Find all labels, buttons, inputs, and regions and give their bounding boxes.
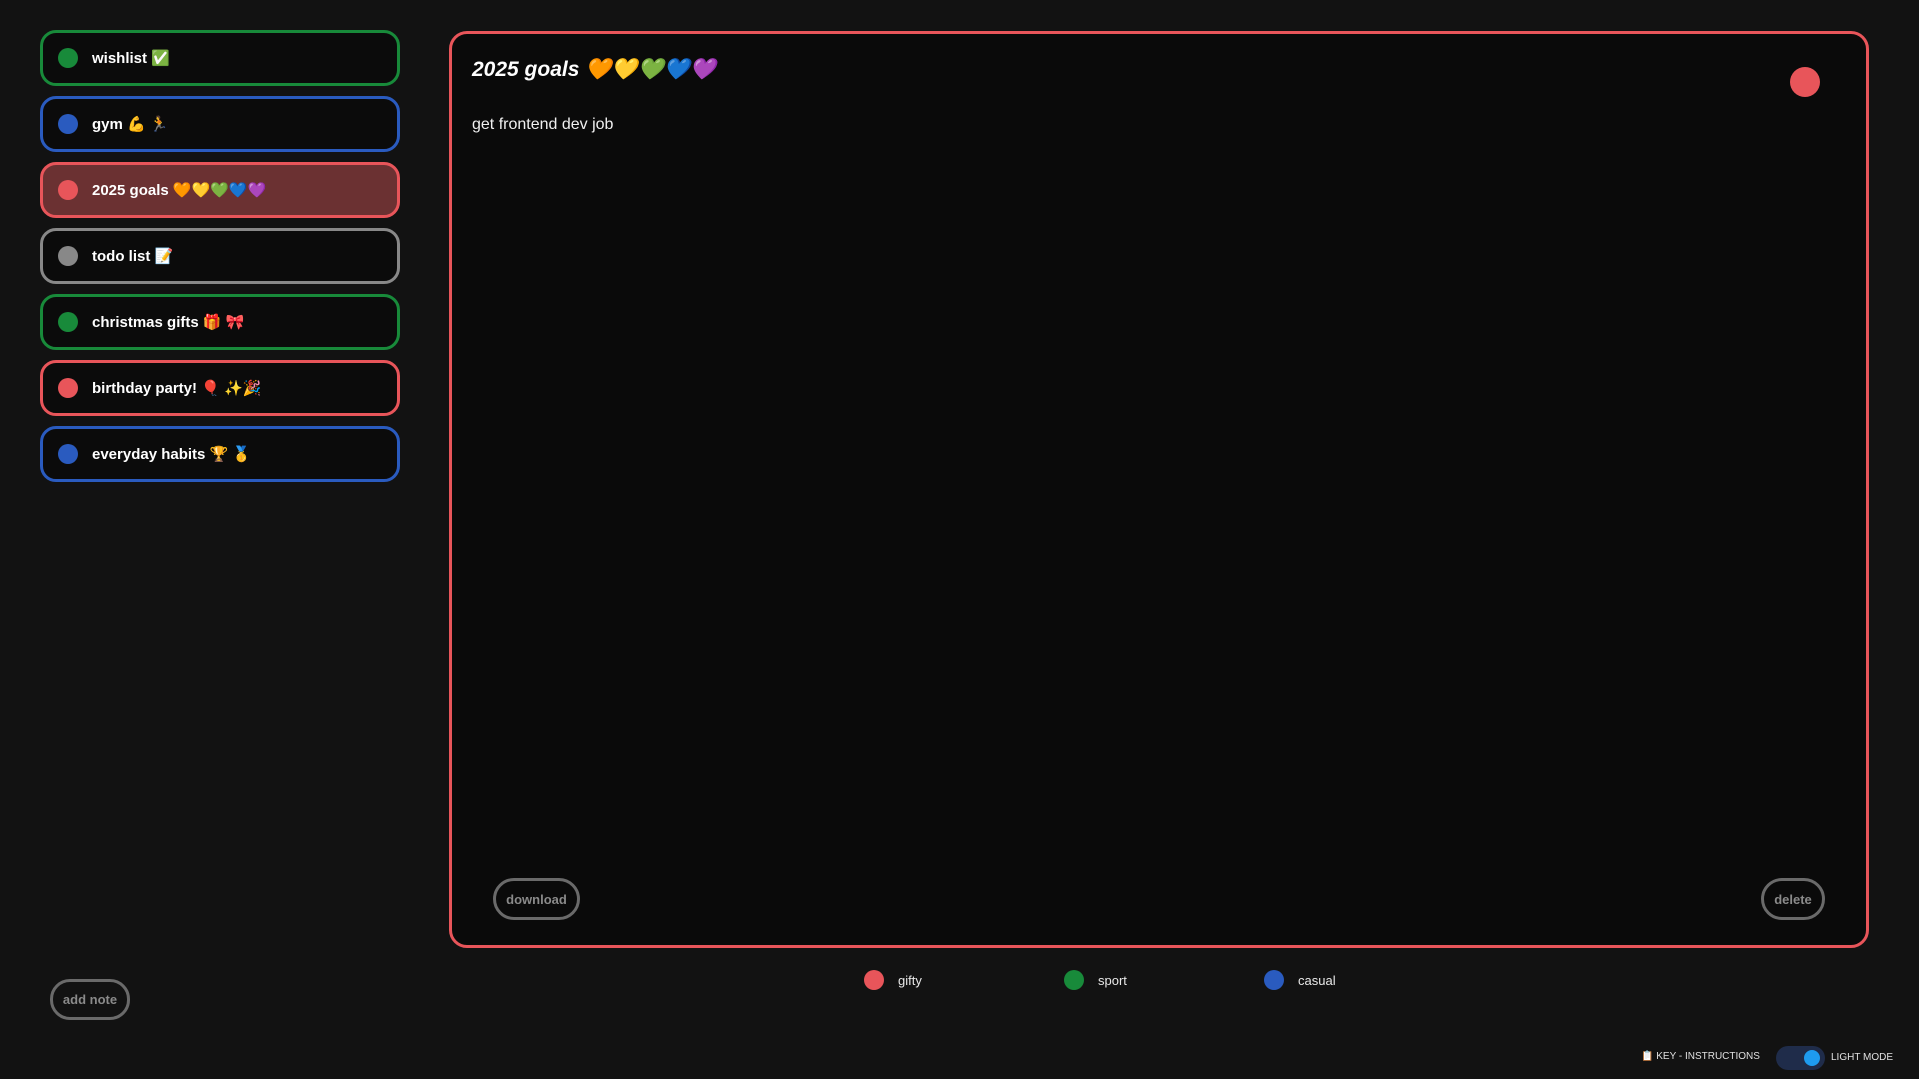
toggle-knob <box>1804 1050 1820 1066</box>
note-item-christmas-gifts[interactable]: christmas gifts 🎁 🎀 <box>40 294 400 350</box>
legend-item-sport: sport <box>1064 970 1127 990</box>
category-dot <box>58 180 78 200</box>
notes-sidebar: wishlist ✅ gym 💪 🏃 2025 goals 🧡💛💚💙💜 todo… <box>40 30 400 492</box>
note-editor-title[interactable]: 2025 goals 🧡💛💚💙💜 <box>472 58 716 82</box>
note-title: birthday party! 🎈 ✨🎉 <box>92 380 262 397</box>
category-dot <box>58 378 78 398</box>
legend-label: sport <box>1098 972 1127 988</box>
key-instructions-link[interactable]: 📋 KEY - INSTRUCTIONS <box>1641 1051 1760 1062</box>
category-color-button[interactable] <box>1790 67 1820 97</box>
note-editor-body[interactable]: get frontend dev job <box>472 116 613 134</box>
legend-label: gifty <box>898 972 922 988</box>
note-title: 2025 goals 🧡💛💚💙💜 <box>92 182 267 199</box>
note-title: gym 💪 🏃 <box>92 116 169 133</box>
download-button[interactable]: download <box>493 878 580 920</box>
add-note-button[interactable]: add note <box>50 979 130 1020</box>
note-title: wishlist ✅ <box>92 50 170 67</box>
note-item-birthday-party[interactable]: birthday party! 🎈 ✨🎉 <box>40 360 400 416</box>
category-dot <box>58 444 78 464</box>
note-title: everyday habits 🏆 🥇 <box>92 446 252 463</box>
category-dot <box>58 312 78 332</box>
note-item-wishlist[interactable]: wishlist ✅ <box>40 30 400 86</box>
legend-label: casual <box>1298 972 1336 988</box>
note-item-gym[interactable]: gym 💪 🏃 <box>40 96 400 152</box>
legend-item-casual: casual <box>1264 970 1336 990</box>
legend-item-gifty: gifty <box>864 970 922 990</box>
category-dot <box>58 114 78 134</box>
note-editor: 2025 goals 🧡💛💚💙💜 get frontend dev job do… <box>449 31 1869 948</box>
note-title: todo list 📝 <box>92 248 174 265</box>
note-item-todo-list[interactable]: todo list 📝 <box>40 228 400 284</box>
light-mode-label: LIGHT MODE <box>1831 1052 1894 1063</box>
legend-dot <box>864 970 884 990</box>
category-dot <box>58 48 78 68</box>
legend-dot <box>1064 970 1084 990</box>
category-dot <box>58 246 78 266</box>
legend-dot <box>1264 970 1284 990</box>
note-title: christmas gifts 🎁 🎀 <box>92 314 245 331</box>
delete-button[interactable]: delete <box>1761 878 1825 920</box>
light-mode-toggle[interactable] <box>1776 1046 1825 1070</box>
note-item-2025-goals[interactable]: 2025 goals 🧡💛💚💙💜 <box>40 162 400 218</box>
note-item-everyday-habits[interactable]: everyday habits 🏆 🥇 <box>40 426 400 482</box>
